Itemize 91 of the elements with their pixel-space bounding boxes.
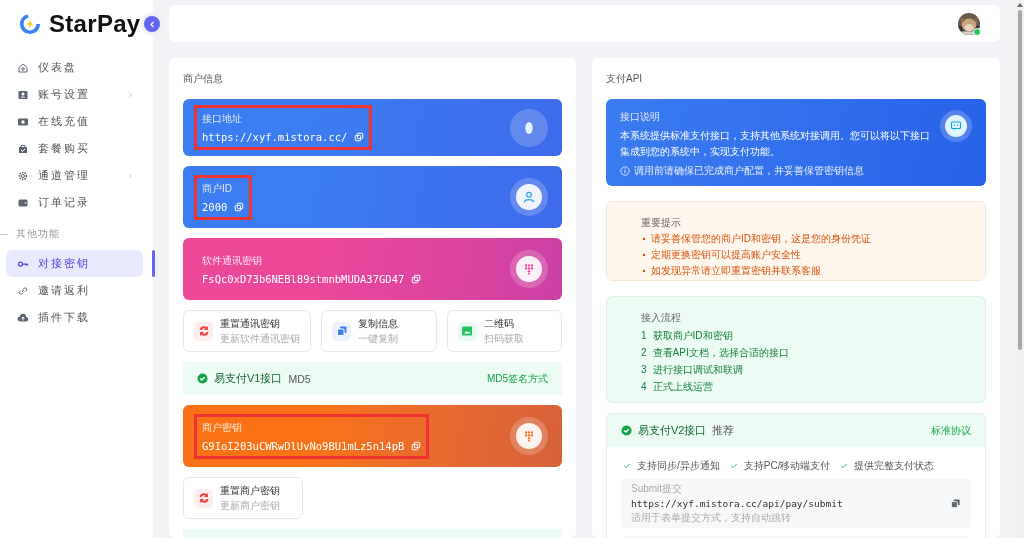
check-circle-icon — [197, 373, 208, 384]
avatar[interactable] — [958, 12, 980, 35]
cloud-upload-icon — [17, 311, 29, 324]
notice-item: 如发现异常请立即重置密钥并联系客服 — [651, 264, 821, 278]
check-circle-icon — [621, 425, 632, 436]
field-label: 接口地址 — [202, 112, 243, 126]
sidebar-item[interactable]: 邀请返利 — [6, 277, 143, 304]
action-title: 重置通讯密钥 — [220, 316, 281, 331]
panel-title: 支付API — [606, 72, 644, 86]
field-value: https://xyf.mistora.cc/ — [202, 131, 348, 143]
chat-icon — [950, 120, 962, 132]
keypad-icon — [522, 262, 536, 276]
sidebar-item[interactable]: 套餐购买 — [6, 135, 143, 162]
chevron-right-icon — [126, 90, 134, 99]
step-text: 查看API文档，选择合适的接口 — [652, 345, 789, 360]
feature-text: 支持PC/移动端支付 — [743, 459, 831, 473]
field-value: FsQc0xD73b6NEBl89stmnbMUDA37GD47 — [202, 272, 405, 285]
copy-icon — [234, 201, 245, 212]
protocol-note: MD5签名方式 — [486, 371, 548, 386]
sidebar-item[interactable]: 仪表盘 — [6, 54, 143, 81]
notice-title: 重要提示 — [641, 216, 682, 230]
copy-button[interactable] — [354, 132, 365, 142]
action-subtitle: 更新软件通讯密钥 — [220, 331, 300, 346]
field-value: 2000 — [202, 200, 228, 213]
step-number: 3 — [641, 364, 647, 375]
copy-icon — [411, 440, 422, 451]
action-button[interactable]: 重置通讯密钥 更新软件通讯密钥 — [183, 310, 311, 352]
chevron-right-icon — [126, 171, 134, 180]
copy-icon — [950, 498, 961, 509]
id-card-icon — [17, 88, 29, 101]
action-subtitle: 更新商户密钥 — [220, 498, 280, 513]
step-number: 1 — [641, 330, 647, 341]
step-text: 正式上线运营 — [652, 379, 713, 394]
sidebar-item[interactable]: 订单记录 — [6, 189, 143, 216]
steps-title: 接入流程 — [641, 311, 682, 325]
copy-icon — [354, 132, 365, 142]
collapse-button[interactable] — [144, 16, 160, 32]
field-value: G9IoI203uCWRwDlUvNo9BU1mLz5n14pB — [202, 439, 405, 452]
endpoint-url: https://xyf.mistora.cc/api/pay/submit — [631, 498, 844, 509]
card-text: 本系统提供标准支付接口，支持其他系统对接调用。您可以将以下接口集成到您的系统中，实现支付功能。 — [620, 129, 931, 159]
endpoint-label: Submit提交 — [631, 482, 684, 496]
copy-button[interactable] — [234, 201, 245, 212]
copy-button[interactable] — [411, 440, 422, 451]
check-icon — [729, 462, 738, 470]
settings-icon — [17, 169, 29, 182]
copy-button[interactable] — [411, 273, 422, 284]
sidebar-item[interactable]: 插件下载 — [6, 304, 143, 331]
feature-text: 提供完整支付状态 — [854, 459, 935, 473]
protocol-tag: 推荐 — [712, 423, 735, 438]
sidebar-item[interactable]: 通道管理 — [6, 162, 143, 189]
action-title: 复制信息 — [358, 316, 398, 331]
notice-item: 定期更换密钥可以提高账户安全性 — [651, 248, 801, 262]
section-label: 其他功能 — [16, 227, 60, 241]
home-icon — [17, 61, 29, 74]
sidebar-item[interactable]: 账号设置 — [6, 81, 143, 108]
field-label: 软件通讯密钥 — [202, 253, 263, 268]
endpoint-hint: 适用于表单提交方式，支持自动跳转 — [631, 511, 792, 525]
step-number: 4 — [641, 381, 647, 392]
link-icon — [17, 284, 29, 297]
panel-title: 商户信息 — [183, 72, 224, 86]
sidebar-item[interactable]: 在线充值 — [6, 108, 143, 135]
brand-name: StarPay — [49, 10, 141, 38]
protocol-name: 易支付V1接口 — [214, 371, 283, 386]
action-title: 二维码 — [483, 316, 515, 331]
protocol-note: 标准协议 — [931, 423, 971, 438]
feature-text: 支持同步/异步通知 — [637, 459, 720, 473]
copy-button[interactable] — [950, 498, 961, 509]
check-icon — [623, 462, 631, 470]
active-indicator — [152, 250, 155, 277]
protocol-tag: MD5 — [288, 372, 311, 385]
step-text: 进行接口调试和联调 — [652, 362, 743, 377]
logo-icon — [19, 13, 41, 35]
check-icon — [840, 462, 849, 470]
user-icon — [522, 190, 536, 204]
copy-icon — [411, 273, 422, 284]
bag-icon — [17, 142, 29, 155]
action-button[interactable]: 重置商户密钥 更新商户密钥 — [183, 477, 303, 519]
field-label: 商户ID — [202, 181, 233, 196]
field-label: 商户密钥 — [202, 420, 243, 435]
step-text: 获取商户ID和密钥 — [652, 328, 733, 343]
keypad-icon — [522, 429, 536, 443]
action-title: 重置商户密钥 — [220, 483, 280, 498]
card-label: 接口说明 — [620, 110, 661, 124]
notice-item: 请妥善保管您的商户ID和密钥，这是您的身份凭证 — [651, 232, 871, 246]
chevron-left-icon — [147, 19, 157, 29]
protocol-name: 易支付V2接口 — [638, 423, 707, 438]
step-number: 2 — [641, 347, 647, 358]
info-icon — [620, 166, 630, 176]
action-button[interactable]: 二维码 扫码获取 — [446, 310, 562, 352]
card-note: 调用前请确保已完成商户配置，并妥善保管密钥信息 — [634, 164, 864, 178]
action-subtitle: 扫码获取 — [483, 331, 524, 346]
